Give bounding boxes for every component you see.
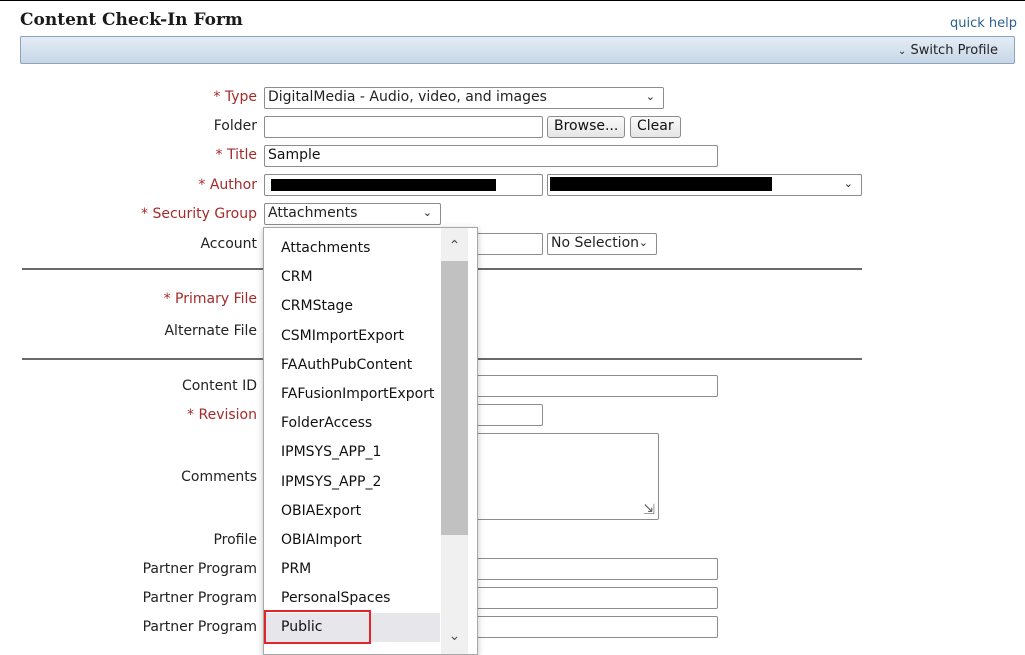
content-id-input[interactable] bbox=[440, 375, 718, 397]
dropdown-option[interactable]: PRM bbox=[264, 555, 440, 584]
redacted-block bbox=[271, 179, 496, 191]
content-id-label: Content ID bbox=[181, 378, 257, 394]
security-group-dropdown[interactable]: ⌃ ⌄ Attachments CRM CRMStage CSMImportEx… bbox=[263, 227, 478, 655]
revision-label: * Revision bbox=[187, 407, 257, 423]
alternate-file-label: Alternate File bbox=[164, 323, 257, 339]
quick-help-link[interactable]: quick help bbox=[950, 16, 1017, 31]
chevron-down-icon: ⌄ bbox=[638, 236, 648, 249]
title-label: * Title bbox=[215, 147, 257, 163]
clear-button[interactable]: Clear bbox=[630, 116, 681, 138]
redacted-block bbox=[550, 177, 772, 191]
chevron-down-icon: ⌄ bbox=[422, 206, 432, 219]
dropdown-option[interactable]: FolderAccess bbox=[264, 409, 440, 438]
dropdown-option[interactable]: FAAuthPubContent bbox=[264, 351, 440, 380]
account-label: Account bbox=[200, 236, 257, 252]
security-group-value: Attachments bbox=[268, 205, 358, 221]
scrollbar-thumb[interactable] bbox=[441, 261, 468, 535]
partner-program-input[interactable] bbox=[440, 558, 718, 580]
switch-profile-button[interactable]: ⌄ Switch Profile bbox=[898, 43, 998, 58]
author-label: * Author bbox=[198, 177, 257, 193]
dropdown-option[interactable]: PersonalSpaces bbox=[264, 584, 440, 613]
resize-grip-icon[interactable]: ⇲ bbox=[643, 502, 655, 518]
title-input[interactable]: Sample bbox=[264, 145, 718, 167]
dropdown-option[interactable]: Attachments bbox=[264, 234, 440, 263]
dropdown-option[interactable]: IPMSYS_APP_2 bbox=[264, 468, 440, 497]
dropdown-option[interactable]: OBIAImport bbox=[264, 526, 440, 555]
selection-highlight-box bbox=[264, 610, 371, 644]
account-select[interactable]: No Selection ⌄ bbox=[547, 233, 657, 255]
dropdown-option[interactable]: CSMImportExport bbox=[264, 322, 440, 351]
chevron-down-icon: ⌄ bbox=[645, 90, 655, 103]
profile-bar: ⌄ Switch Profile bbox=[20, 36, 1015, 64]
folder-input[interactable] bbox=[264, 116, 543, 138]
dropdown-option[interactable]: FAFusionImportExport bbox=[264, 380, 440, 409]
type-value: DigitalMedia - Audio, video, and images bbox=[268, 89, 547, 105]
scroll-up-icon[interactable]: ⌃ bbox=[441, 232, 468, 260]
dropdown-option[interactable]: IPMSYS_APP_1 bbox=[264, 438, 440, 467]
dropdown-option[interactable]: CRMStage bbox=[264, 292, 440, 321]
folder-label: Folder bbox=[213, 118, 257, 134]
security-group-select[interactable]: Attachments ⌄ bbox=[264, 203, 441, 225]
account-selection: No Selection bbox=[551, 235, 640, 251]
browse-button[interactable]: Browse... bbox=[547, 116, 626, 138]
partner-program-label: Partner Program bbox=[142, 561, 257, 577]
type-select[interactable]: DigitalMedia - Audio, video, and images … bbox=[264, 87, 664, 109]
chevron-down-icon: ⌄ bbox=[897, 46, 907, 57]
dropdown-option[interactable]: CRM bbox=[264, 263, 440, 292]
switch-profile-label: Switch Profile bbox=[910, 43, 998, 58]
author-select[interactable]: ⌄ bbox=[547, 174, 862, 196]
dropdown-option[interactable]: OBIAExport bbox=[264, 497, 440, 526]
primary-file-label: * Primary File bbox=[163, 291, 257, 307]
top-rule bbox=[0, 0, 1025, 1]
security-group-label: * Security Group bbox=[140, 206, 257, 222]
page-title: Content Check-In Form bbox=[20, 10, 243, 30]
author-input[interactable] bbox=[264, 174, 543, 196]
partner-program-label: Partner Program bbox=[142, 619, 257, 635]
partner-program-label: Partner Program bbox=[142, 590, 257, 606]
partner-program-input[interactable] bbox=[440, 616, 718, 638]
scroll-down-icon[interactable]: ⌄ bbox=[441, 622, 468, 650]
chevron-down-icon: ⌄ bbox=[843, 177, 853, 190]
profile-label: Profile bbox=[213, 532, 257, 548]
type-label: * Type bbox=[213, 89, 257, 105]
comments-label: Comments bbox=[181, 469, 257, 485]
partner-program-input[interactable] bbox=[440, 587, 718, 609]
